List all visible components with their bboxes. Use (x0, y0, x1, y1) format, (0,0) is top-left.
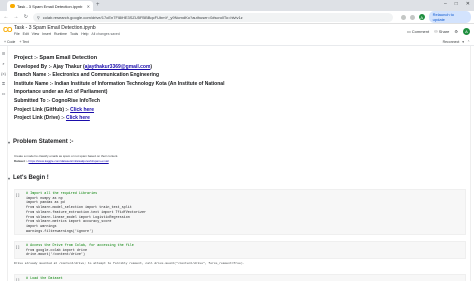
menu-bar: File Edit View Insert Runtime Tools Help… (14, 32, 120, 36)
dataset-link[interactable]: https://www.kaggle.com/datasets/mfaisalq… (29, 159, 109, 163)
user-avatar[interactable]: A (463, 28, 470, 35)
tab-title: Task - 3 Spam Email Detection.ipynb (17, 3, 83, 9)
share-icon: ⚇ (434, 29, 438, 34)
extension-icon[interactable] (400, 14, 406, 20)
drive-link[interactable]: Click here (66, 115, 90, 121)
url-input[interactable]: ⚲ colab.research.google.com/drive/17oEn7… (32, 12, 393, 22)
new-tab-icon[interactable]: + (96, 2, 100, 8)
code-cell-imports[interactable]: [ ] # Import all the required Libraries … (14, 189, 466, 235)
left-sidebar: ☰ ⌕ {x} ⚿ ▭ (0, 46, 8, 281)
drive-link-line: Project Link (Drive) :- Click here (14, 115, 90, 122)
cell-output: Drive already mounted at /content/drive;… (14, 262, 245, 265)
expand-icon[interactable]: ⌃ (467, 40, 470, 44)
institute-name-1: Institute Name :- Indian Institute of In… (14, 80, 225, 87)
dataset-line: Dataset :- https://www.kaggle.com/datase… (14, 159, 118, 164)
browser-tabstrip: Task - 3 Spam Email Detection.ipynb ✕ + … (0, 0, 474, 11)
close-tab-icon[interactable]: ✕ (87, 4, 90, 9)
code-line: import warnings (26, 224, 57, 229)
code-line: from sklearn.feature_extraction.text imp… (26, 210, 147, 215)
code-line: # Import all the required Libraries (26, 192, 98, 196)
dataset-label: Dataset :- (14, 159, 28, 163)
code-line: warnings.filterwarnings('ignore') (26, 229, 94, 234)
comment-icon: ▭ (407, 29, 411, 34)
chevron-down-icon[interactable]: ▾ (8, 176, 10, 181)
run-cell-icon[interactable]: [ ] (16, 277, 19, 281)
branch-name: Branch Name :- Electronics and Communica… (14, 72, 160, 79)
notebook-name[interactable]: Task - 3 Spam Email Detection.ipynb (14, 25, 96, 31)
comment-label: Comment (411, 29, 430, 34)
forward-icon[interactable]: → (13, 14, 19, 20)
run-cell-icon[interactable]: [ ] (16, 244, 19, 249)
menu-runtime[interactable]: Runtime (54, 32, 67, 36)
run-cell-icon[interactable]: [ ] (16, 192, 19, 197)
chevron-down-icon[interactable]: ▾ (462, 40, 464, 44)
code-line: from sklearn.linear_model import Logisti… (26, 215, 130, 220)
profile-avatar[interactable]: A (418, 14, 425, 20)
share-button[interactable]: ⚇ Share (434, 29, 449, 34)
add-text-button[interactable]: + Text (19, 40, 28, 44)
url-text: colab.research.google.com/drive/17oEn7Fl… (42, 14, 243, 20)
browser-tab[interactable]: Task - 3 Spam Email Detection.ipynb ✕ (7, 1, 93, 11)
problem-text-cell[interactable]: Create a model to classify emails as spa… (14, 154, 118, 164)
relaunch-button[interactable]: Relaunch to update (428, 11, 471, 23)
back-icon[interactable]: ← (3, 14, 9, 20)
email-link[interactable]: ajaythakur3369@gmail.com (85, 64, 151, 70)
search-icon[interactable]: ⌕ (0, 61, 7, 66)
scrollbar[interactable] (470, 46, 474, 281)
github-link[interactable]: Click here (70, 107, 94, 113)
toc-icon[interactable]: ☰ (0, 51, 7, 56)
intro-text-cell[interactable]: Project :- Spam Email Detection Develope… (14, 54, 224, 123)
chevron-down-icon[interactable]: ▾ (8, 140, 10, 145)
code-line: import pandas as pd (26, 201, 65, 206)
submitted-to: Submitted To :- CognoRise InfoTech (14, 97, 100, 104)
code-line: # Load the Dataset (26, 277, 63, 281)
menu-help[interactable]: Help (81, 32, 88, 36)
settings-icon[interactable]: ⚙ (454, 29, 458, 34)
institute-name-2: Importance under an Act of Parliament) (14, 89, 108, 96)
menu-tools[interactable]: Tools (70, 32, 78, 36)
menu-view[interactable]: View (32, 32, 40, 36)
maximize-icon[interactable]: □ (455, 1, 458, 7)
minimize-icon[interactable]: – (444, 1, 447, 7)
code-cell-drive-mount[interactable]: [ ] # Access the Drive from Colab, for a… (14, 241, 466, 259)
begin-heading-text: Let's Begin ! (13, 175, 49, 181)
code-line: drive.mount('/content/drive') (26, 253, 86, 258)
code-editor[interactable]: # Access the Drive from Colab, for acces… (26, 244, 134, 258)
close-window-icon[interactable]: ✕ (466, 1, 470, 7)
variables-icon[interactable]: {x} (0, 71, 7, 76)
code-line: from sklearn.model_selection import trai… (26, 206, 132, 211)
menu-edit[interactable]: Edit (23, 32, 29, 36)
key-icon[interactable]: ⚿ (0, 81, 7, 86)
code-editor[interactable]: # Load the Dataset (26, 277, 63, 281)
menu-insert[interactable]: Insert (42, 32, 51, 36)
project-title: Project :- Spam Email Detection (14, 55, 98, 61)
site-info-icon[interactable]: ⚲ (37, 15, 40, 20)
code-line: # Access the Drive from Colab, for acces… (26, 244, 134, 248)
notebook-toolbar: + Code + Text Reconnect ▾ ⌃ (0, 38, 474, 46)
address-bar-row: ← → ↻ ⚲ colab.research.google.com/drive/… (0, 11, 474, 24)
code-line: from sklearn.metrics import accuracy_sco… (26, 220, 112, 225)
add-code-button[interactable]: + Code (4, 40, 15, 44)
folder-icon[interactable]: ▭ (0, 91, 7, 96)
bookmark-icon[interactable] (409, 14, 415, 20)
colab-header: CO Task - 3 Spam Email Detection.ipynb F… (0, 24, 474, 38)
window-controls: – □ ✕ (444, 1, 470, 7)
menu-file[interactable]: File (14, 32, 20, 36)
developed-by: Developed By :- Ajay Thakur (ajaythakur3… (14, 63, 153, 70)
code-editor[interactable]: # Import all the required Libraries impo… (26, 192, 146, 234)
problem-heading-text: Problem Statement :- (13, 139, 74, 145)
comment-button[interactable]: ▭ Comment (407, 29, 429, 34)
reload-icon[interactable]: ↻ (23, 14, 29, 20)
save-status[interactable]: All changes saved (91, 32, 119, 36)
colab-logo[interactable]: CO (3, 27, 12, 34)
colab-favicon-icon (10, 4, 15, 8)
github-link-line: Project Link (GitHub) :- Click here (14, 106, 95, 113)
connect-button[interactable]: Reconnect (443, 40, 460, 44)
share-label: Share (438, 29, 450, 34)
code-cell-load-dataset[interactable]: [ ] # Load the Dataset (14, 274, 466, 281)
problem-heading[interactable]: ▾ Problem Statement :- (8, 139, 73, 145)
begin-heading[interactable]: ▾ Let's Begin ! (8, 175, 49, 181)
notebook-content: Project :- Spam Email Detection Develope… (8, 46, 470, 281)
